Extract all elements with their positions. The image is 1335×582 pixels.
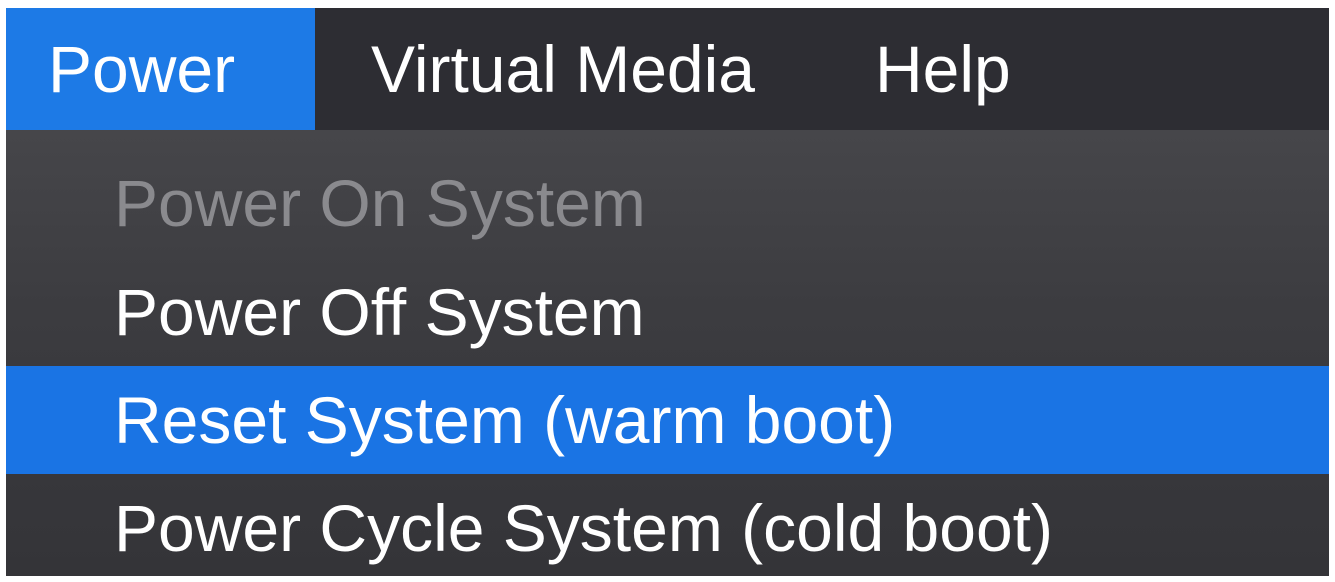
menu-item-label: Power Off System [114,275,645,349]
menu-power-label: Power [48,32,236,106]
menu-item-power-cycle-system[interactable]: Power Cycle System (cold boot) [6,474,1329,576]
menu-power[interactable]: Power [6,8,315,130]
menu-item-label: Power Cycle System (cold boot) [114,491,1053,565]
menu-help[interactable]: Help [815,8,1011,130]
menu-item-power-on-system: Power On System [6,148,1329,258]
menu-item-label: Power On System [114,166,646,240]
menu-window: Power Virtual Media Help Power On System… [6,8,1329,576]
menu-virtual-media[interactable]: Virtual Media [315,8,815,130]
menu-item-power-off-system[interactable]: Power Off System [6,258,1329,366]
menu-item-reset-system[interactable]: Reset System (warm boot) [6,366,1329,474]
menu-item-label: Reset System (warm boot) [114,383,896,457]
menu-help-label: Help [874,32,1011,106]
menu-bar: Power Virtual Media Help [6,8,1329,130]
power-dropdown-menu: Power On System Power Off System Reset S… [6,130,1329,576]
menu-virtual-media-label: Virtual Media [371,32,755,106]
